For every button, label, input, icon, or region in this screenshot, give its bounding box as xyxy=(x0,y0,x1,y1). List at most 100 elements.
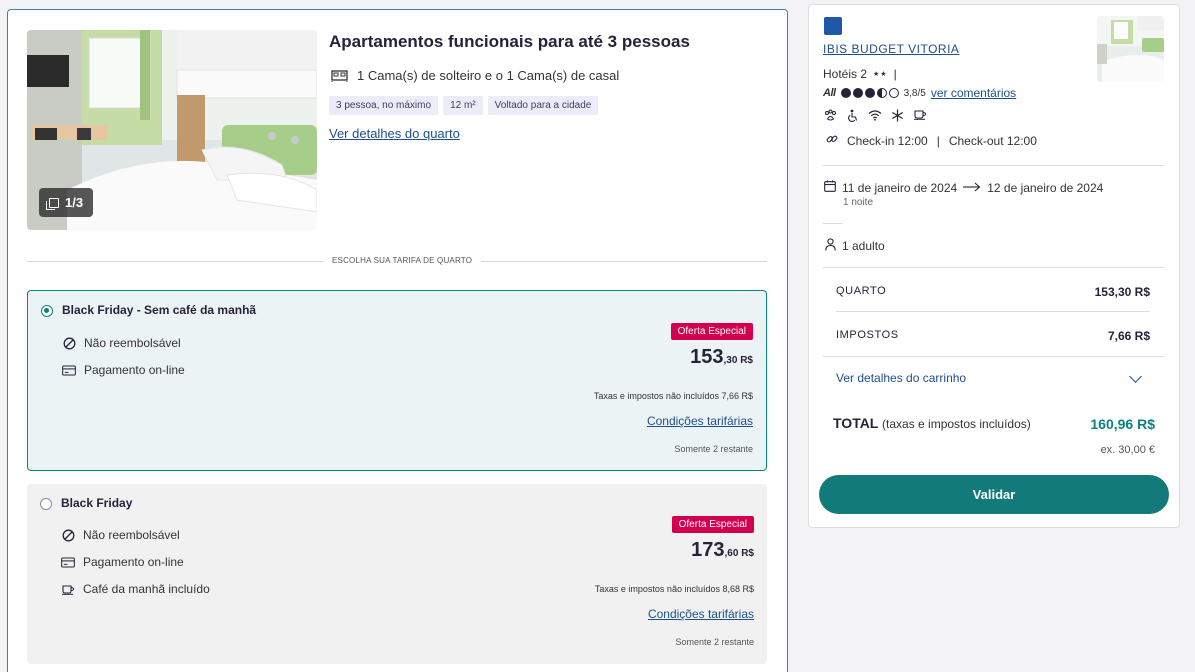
tag-view: Voltado para a cidade xyxy=(487,96,599,115)
special-offer-badge: Oferta Especial xyxy=(671,516,754,533)
photo-counter[interactable]: 1/3 xyxy=(39,188,94,217)
divider xyxy=(823,267,1164,268)
tax-note: Taxas e impostos não incluídos 7,66 R$ xyxy=(593,391,753,401)
wifi-icon xyxy=(868,109,882,125)
tag-capacity: 3 pessoa, no máximo xyxy=(329,96,439,115)
chevron-down-icon[interactable] xyxy=(1129,370,1142,383)
rating-dot-full xyxy=(840,88,851,98)
total-price: 160,96 R$ xyxy=(1090,416,1155,432)
total-subtitle: (taxas e impostos incluídos) xyxy=(882,417,1031,431)
feature-no-refund: Não reembolsável xyxy=(61,528,180,542)
feature-breakfast: Café da manhã incluído xyxy=(61,582,210,596)
date-to: 12 de janeiro de 2024 xyxy=(987,180,1104,195)
arrow-right-icon xyxy=(963,181,981,195)
breakfast-icon xyxy=(61,584,75,595)
feature-label: Café da manhã incluído xyxy=(83,582,210,596)
gallery-icon xyxy=(46,197,59,210)
rate-option[interactable]: Black Friday Não reembolsável Pagamento … xyxy=(27,484,767,664)
total-label: TOTAL (taxas e impostos incluídos) xyxy=(833,415,1031,431)
hotel-thumbnail[interactable] xyxy=(1097,16,1164,82)
divider xyxy=(823,223,843,224)
credit-card-icon xyxy=(62,365,76,376)
divider xyxy=(823,165,1164,166)
tag-size: 12 m² xyxy=(443,96,483,115)
line-value: 153,30 R$ xyxy=(1094,285,1150,299)
class-separator: | xyxy=(893,67,897,81)
rating-dot-full xyxy=(864,88,875,98)
rate-conditions-link[interactable]: Condições tarifárias xyxy=(648,607,754,621)
price-line-taxes: IMPOSTOS 7,66 R$ xyxy=(836,329,1150,343)
rate-radio-selected[interactable] xyxy=(41,305,53,317)
feature-online-payment: Pagamento on-line xyxy=(61,555,184,569)
link-icon xyxy=(826,133,838,148)
cart-details-link[interactable]: Ver detalhes do carrinho xyxy=(836,371,966,385)
hotel-class-label: Hotéis 2 xyxy=(823,67,868,81)
photo-counter-text: 1/3 xyxy=(65,195,84,210)
hotel-amenities xyxy=(824,109,927,125)
check-out-time: Check-out 12:00 xyxy=(948,133,1037,148)
rate-price: 173,60 R$ xyxy=(691,539,754,562)
date-from: 11 de janeiro de 2024 xyxy=(842,180,958,195)
pet-icon xyxy=(824,109,837,125)
check-times: Check-in 12:00 | Check-out 12:00 xyxy=(826,133,1037,148)
bed-text: 1 Cama(s) de solteiro e o 1 Cama(s) de c… xyxy=(357,68,620,83)
validate-button[interactable]: Validar xyxy=(819,475,1169,514)
room-details-link[interactable]: Ver detalhes do quarto xyxy=(329,126,460,141)
price-main: 153 xyxy=(690,346,724,368)
rate-price: 153,30 R$ xyxy=(690,346,753,369)
credit-card-icon xyxy=(61,557,75,568)
rating-score: 3,8/5 xyxy=(903,87,926,99)
booking-summary: IBIS BUDGET VITORIA Hotéis 2 ★★ | All 3,… xyxy=(808,4,1180,528)
guest-rating: All 3,8/5 ver comentários xyxy=(823,86,1016,100)
feature-online-payment: Pagamento on-line xyxy=(62,363,185,377)
hotel-thumbnail-illustration xyxy=(1097,16,1164,82)
reviews-link[interactable]: ver comentários xyxy=(931,86,1016,100)
line-label: IMPOSTOS xyxy=(836,329,899,341)
availability-note: Somente 2 restante xyxy=(674,444,753,454)
nights-count: 1 noite xyxy=(843,197,874,208)
tax-note: Taxas e impostos não incluídos 8,68 R$ xyxy=(594,584,754,594)
booking-page: 1/3 Apartamentos funcionais para até 3 p… xyxy=(0,0,1195,672)
check-in-time: Check-in 12:00 xyxy=(847,133,928,148)
calendar-icon xyxy=(824,180,836,195)
stay-dates: 11 de janeiro de 2024 12 de janeiro de 2… xyxy=(824,180,1103,195)
feature-label: Pagamento on-line xyxy=(83,555,184,569)
star-rating: ★★ xyxy=(873,71,888,78)
person-icon xyxy=(825,238,836,254)
room-title: Apartamentos funcionais para até 3 pesso… xyxy=(329,32,690,51)
rate-name: Black Friday xyxy=(61,496,133,510)
line-value: 7,66 R$ xyxy=(1107,329,1150,343)
bed-info: 1 Cama(s) de solteiro e o 1 Cama(s) de c… xyxy=(331,68,619,83)
line-label: QUARTO xyxy=(836,285,887,297)
check-separator: | xyxy=(936,133,940,148)
special-offer-badge: Oferta Especial xyxy=(670,323,753,340)
rate-name: Black Friday - Sem café da manhã xyxy=(62,303,257,317)
guest-count: 1 adulto xyxy=(825,238,885,254)
total-excluding: ex. 30,00 € xyxy=(1100,444,1155,456)
rate-conditions-link[interactable]: Condições tarifárias xyxy=(647,414,753,428)
rate-radio[interactable] xyxy=(40,498,52,510)
availability-note: Somente 2 restante xyxy=(675,637,754,647)
price-cents: ,60 R$ xyxy=(724,548,754,559)
total-title: TOTAL xyxy=(833,415,879,431)
rate-option[interactable]: Black Friday - Sem café da manhã Não ree… xyxy=(27,290,767,471)
accessibility-icon xyxy=(846,109,859,125)
price-line-room: QUARTO 153,30 R$ xyxy=(836,285,1150,299)
hotel-class: Hotéis 2 ★★ | xyxy=(823,67,897,81)
hotel-name-link[interactable]: IBIS BUDGET VITORIA xyxy=(823,42,959,56)
breakfast-icon xyxy=(913,109,927,125)
price-cents: ,30 R$ xyxy=(723,355,753,366)
rating-dot-full xyxy=(852,88,863,98)
feature-label: Não reembolsável xyxy=(83,528,180,542)
room-card: 1/3 Apartamentos funcionais para até 3 p… xyxy=(7,9,788,672)
all-rating-logo: All xyxy=(823,87,836,99)
feature-no-refund: Não reembolsável xyxy=(62,336,181,350)
feature-label: Pagamento on-line xyxy=(84,363,185,377)
ibis-budget-logo xyxy=(824,17,842,35)
rating-dot-half xyxy=(876,88,887,98)
rate-section-label: ESCOLHA SUA TARIFA DE QUARTO xyxy=(323,256,482,265)
rating-dot-empty xyxy=(888,88,899,98)
price-main: 173 xyxy=(691,539,725,561)
no-refund-icon xyxy=(61,529,75,542)
room-photo[interactable]: 1/3 xyxy=(27,30,317,230)
